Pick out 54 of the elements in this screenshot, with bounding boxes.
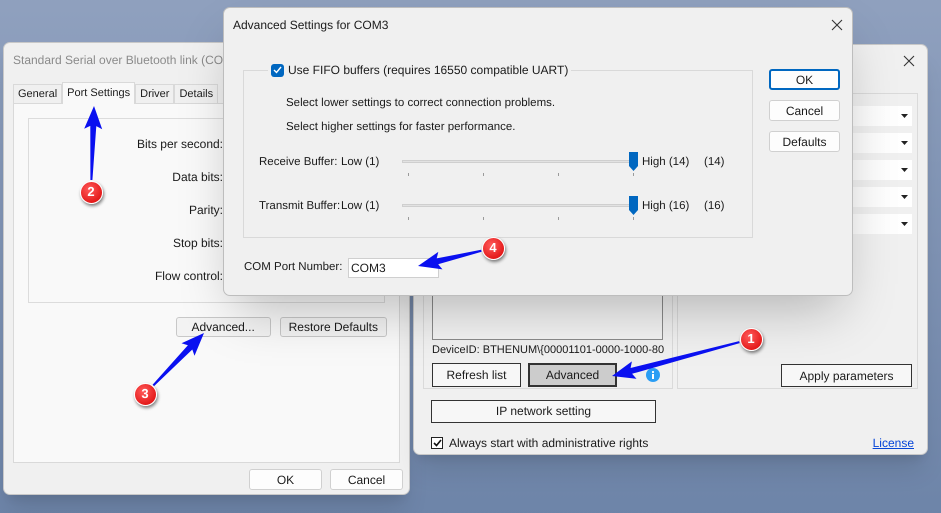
annotation-arrow bbox=[152, 333, 204, 386]
device-id-text: DeviceID: BTHENUM\{00001101-0000-1000-80 bbox=[432, 343, 664, 357]
field-label: Data bits: bbox=[171, 169, 223, 185]
tab[interactable]: Driver bbox=[135, 84, 174, 103]
low-label: Low (1) bbox=[341, 155, 380, 170]
action-button[interactable]: Refresh list bbox=[432, 363, 521, 387]
buffer-reading: (14) bbox=[704, 155, 724, 170]
action-button[interactable]: Restore Defaults bbox=[280, 317, 387, 337]
caret-icon bbox=[901, 168, 908, 172]
high-label: High (16) bbox=[642, 199, 690, 214]
slider-thumb[interactable] bbox=[628, 152, 639, 172]
buffer-label: Receive Buffer: bbox=[259, 155, 338, 170]
window-title: Standard Serial over Bluetooth link (CO bbox=[13, 52, 224, 68]
field-label: Flow control: bbox=[154, 268, 223, 284]
dialog-button[interactable]: Cancel bbox=[330, 469, 403, 490]
action-button[interactable]: Advanced bbox=[528, 363, 617, 387]
tab[interactable]: Port Settings bbox=[62, 82, 136, 104]
checkbox[interactable] bbox=[271, 64, 284, 76]
hint-text: Select higher settings for faster performance. bbox=[286, 120, 516, 135]
com-port-label: COM Port Number: bbox=[244, 260, 344, 276]
field-label: Stop bits: bbox=[172, 235, 223, 251]
caret-icon bbox=[901, 195, 908, 199]
checkbox-label: Always start with administrative rights bbox=[449, 435, 648, 452]
com-port-field[interactable]: COM3 bbox=[348, 258, 439, 278]
dialog-button[interactable]: Cancel bbox=[769, 100, 840, 121]
caret-icon bbox=[901, 114, 908, 118]
field-label: Parity: bbox=[188, 202, 223, 218]
info-icon[interactable] bbox=[646, 368, 660, 382]
high-label: High (14) bbox=[642, 155, 690, 170]
check-icon bbox=[432, 439, 442, 447]
ip-network-button[interactable]: IP network setting bbox=[431, 400, 656, 422]
hint-text: Select lower settings to correct connection problems. bbox=[286, 96, 556, 111]
close-icon[interactable] bbox=[831, 18, 843, 30]
close-icon[interactable] bbox=[903, 55, 915, 67]
annotation-arrow bbox=[418, 250, 482, 270]
low-label: Low (1) bbox=[341, 199, 380, 214]
checkbox[interactable] bbox=[431, 437, 443, 449]
tab[interactable]: Details bbox=[174, 84, 218, 103]
apply-button[interactable]: Apply parameters bbox=[781, 364, 912, 387]
checkbox-label: Use FIFO buffers (requires 16550 compatible UART) bbox=[288, 62, 568, 79]
dialog-title: Advanced Settings for COM3 bbox=[233, 16, 388, 34]
tab[interactable]: General bbox=[13, 84, 62, 103]
dialog-button[interactable]: Defaults bbox=[769, 131, 840, 152]
dialog-button[interactable]: OK bbox=[769, 69, 840, 90]
buffer-label: Transmit Buffer: bbox=[259, 199, 341, 214]
check-icon bbox=[273, 66, 282, 74]
buffer-reading: (16) bbox=[704, 199, 724, 214]
slider-thumb[interactable] bbox=[628, 196, 639, 216]
action-button[interactable]: Advanced... bbox=[176, 317, 271, 337]
caret-icon bbox=[901, 141, 908, 145]
caret-icon bbox=[901, 222, 908, 226]
license-link[interactable]: License bbox=[872, 434, 914, 452]
dialog-button[interactable]: OK bbox=[249, 469, 322, 490]
field-label: Bits per second: bbox=[136, 136, 223, 152]
